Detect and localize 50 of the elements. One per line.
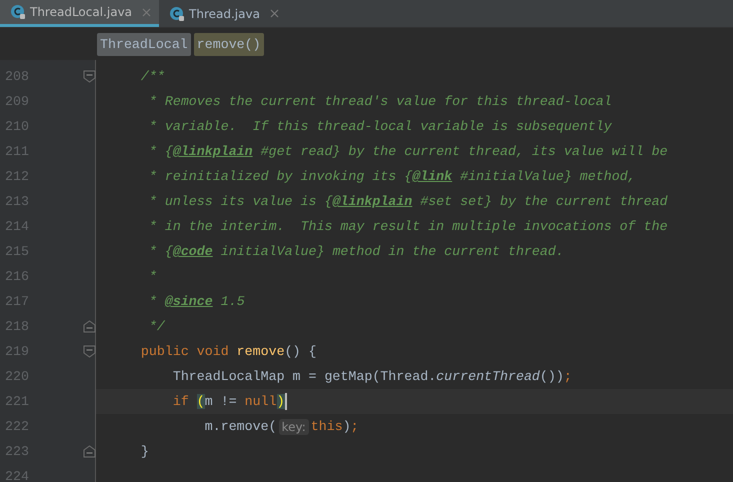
code-text: m != bbox=[204, 394, 238, 409]
fold-icon[interactable] bbox=[83, 445, 96, 458]
class-file-icon bbox=[169, 6, 186, 22]
code-text: } bbox=[140, 444, 149, 459]
fold-icon[interactable] bbox=[83, 345, 96, 358]
matched-brace: ( bbox=[196, 394, 205, 409]
editor-tab[interactable]: ThreadLocal.java bbox=[0, 0, 160, 27]
code-comment: * in the interim. This may result in multiple invocations of the bbox=[148, 219, 668, 234]
code-text: m.remove( bbox=[204, 419, 277, 434]
code-comment: #set set} by the current thread bbox=[419, 194, 668, 209]
parameter-hint: key: bbox=[278, 418, 309, 434]
code-text: ) bbox=[342, 419, 351, 434]
doc-tag: @linkplain bbox=[332, 194, 412, 209]
code-keyword: ; bbox=[564, 369, 572, 384]
code-comment: * variable. If this thread-local variable is subsequently bbox=[148, 119, 612, 134]
code-comment: * Removes the current thread's value for this thread-local bbox=[148, 94, 612, 109]
code-keyword: if bbox=[172, 394, 190, 409]
doc-tag: @link bbox=[412, 169, 452, 184]
code-keyword: this bbox=[310, 419, 343, 434]
code-text: () { bbox=[284, 344, 316, 359]
code-text: ()) bbox=[540, 369, 564, 384]
code-comment: * bbox=[148, 269, 157, 284]
doc-tag: @since bbox=[164, 294, 213, 309]
class-file-icon bbox=[10, 4, 26, 20]
code-comment: #get read} by the current thread, its value will be bbox=[260, 144, 668, 159]
code-comment: * { bbox=[148, 144, 173, 159]
static-method-call: currentThread bbox=[436, 369, 540, 384]
code-comment: * bbox=[148, 294, 158, 309]
code-comment: * { bbox=[148, 244, 173, 259]
method-name: remove bbox=[236, 344, 285, 359]
fold-icon[interactable] bbox=[83, 70, 96, 83]
code-keyword: public void bbox=[140, 344, 230, 359]
code-comment: initialValue} method in the current thread. bbox=[220, 244, 564, 259]
code-comment: */ bbox=[148, 319, 165, 334]
breadcrumb[interactable]: remove() bbox=[194, 32, 264, 56]
code-keyword: ; bbox=[350, 419, 359, 434]
code-text: ThreadLocalMap m = getMap(Thread. bbox=[172, 369, 436, 384]
code-comment: * unless its value is { bbox=[148, 194, 332, 209]
close-icon[interactable] bbox=[270, 9, 279, 18]
doc-tag: @linkplain bbox=[172, 144, 253, 159]
code-comment: 1.5 bbox=[220, 294, 245, 309]
doc-tag: @code bbox=[172, 244, 213, 259]
code-comment: * reinitialized by invoking its { bbox=[148, 169, 412, 184]
editor-tab[interactable]: Thread.java bbox=[159, 0, 287, 27]
code-comment: #initialValue} method, bbox=[459, 169, 636, 184]
breadcrumb[interactable]: ThreadLocal bbox=[97, 32, 191, 56]
code-keyword: null bbox=[244, 394, 277, 409]
fold-icon[interactable] bbox=[83, 320, 96, 333]
matched-brace: ) bbox=[276, 394, 285, 409]
code-comment: /** bbox=[140, 69, 165, 84]
